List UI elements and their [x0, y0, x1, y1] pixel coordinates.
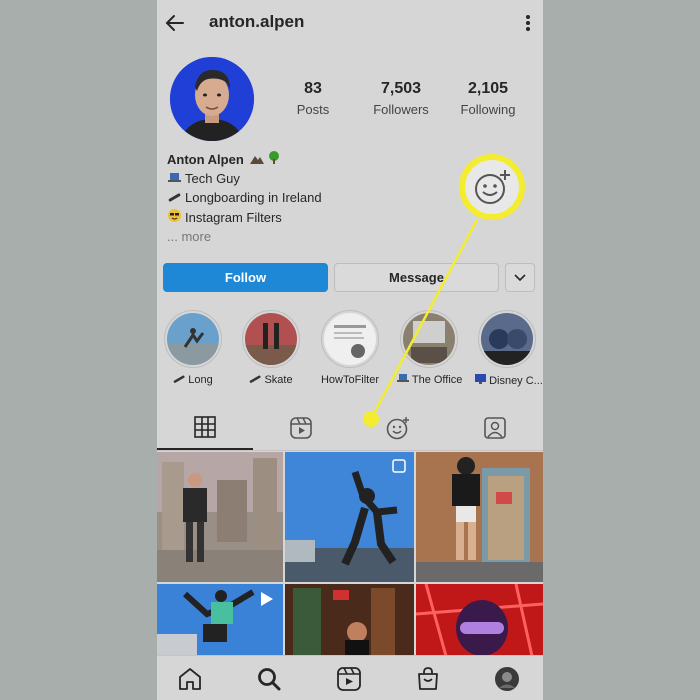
- reels-nav-icon[interactable]: [336, 666, 362, 692]
- bio: Anton Alpen Tech Guy Longboarding in Ire…: [167, 151, 322, 247]
- skateboard-icon: [250, 375, 261, 383]
- post-thumbnail[interactable]: [157, 584, 283, 656]
- profile-screen: anton.alpen 83 Posts 7,503 Followers 2,1…: [157, 0, 543, 700]
- tab-tagged[interactable]: [447, 406, 543, 450]
- top-bar: anton.alpen: [157, 0, 543, 46]
- tab-reels[interactable]: [253, 406, 349, 450]
- followers-count: 7,503: [380, 80, 422, 97]
- highlight-skate[interactable]: Skate: [239, 310, 303, 386]
- display-name: Anton Alpen: [167, 152, 244, 167]
- following-label: Following: [460, 102, 516, 117]
- bottom-nav: [157, 655, 543, 700]
- bio-line-1: Tech Guy: [185, 170, 240, 186]
- effects-callout: [459, 154, 525, 220]
- home-icon[interactable]: [177, 666, 203, 692]
- post-thumbnail[interactable]: [416, 452, 543, 582]
- following-stat[interactable]: 2,105 Following: [448, 80, 528, 117]
- highlight-long[interactable]: Long: [161, 310, 225, 386]
- grid-icon: [194, 416, 216, 438]
- post-thumbnail[interactable]: [416, 584, 543, 656]
- tree-icon: [269, 151, 280, 164]
- more-options-icon[interactable]: [521, 11, 535, 35]
- post-thumbnail[interactable]: [285, 584, 414, 656]
- highlight-disney[interactable]: Disney C...: [475, 310, 543, 387]
- highlight-label: HowToFilter: [320, 374, 380, 386]
- follow-button[interactable]: Follow: [163, 263, 328, 292]
- post-thumbnail[interactable]: [157, 452, 283, 582]
- mountain-icon: [250, 156, 265, 164]
- back-arrow-icon[interactable]: [163, 11, 187, 35]
- highlight-label: Skate: [264, 374, 293, 386]
- following-count: 2,105: [467, 80, 509, 97]
- laptop-icon: [397, 374, 409, 382]
- tab-grid[interactable]: [157, 406, 253, 450]
- posts-count: 83: [304, 80, 322, 97]
- profile-username: anton.alpen: [209, 12, 305, 31]
- highlight-label: Long: [188, 374, 213, 386]
- skateboard-icon: [167, 190, 181, 209]
- reels-icon: [290, 417, 312, 439]
- bio-line-2: Longboarding in Ireland: [185, 190, 322, 205]
- highlight-the-office[interactable]: The Office: [397, 310, 463, 386]
- profile-avatar-icon[interactable]: [494, 666, 520, 692]
- message-button[interactable]: Message: [334, 263, 499, 292]
- effects-face-icon: [475, 170, 510, 204]
- followers-stat[interactable]: 7,503 Followers: [361, 80, 441, 117]
- chevron-down-icon: [514, 274, 526, 282]
- skateboard-icon: [173, 375, 185, 383]
- avatar[interactable]: [170, 57, 254, 141]
- callout-pointer-dot: [363, 411, 379, 427]
- search-icon[interactable]: [256, 666, 282, 692]
- effects-face-icon: [386, 417, 409, 440]
- profile-tab-bar: [157, 406, 543, 451]
- highlight-label: Disney C...: [489, 375, 543, 387]
- highlight-label: The Office: [411, 374, 463, 386]
- posts-stat[interactable]: 83 Posts: [273, 80, 353, 117]
- tagged-icon: [484, 417, 506, 439]
- bio-more-link[interactable]: ... more: [167, 229, 211, 244]
- tv-icon: [475, 374, 486, 384]
- suggested-dropdown-button[interactable]: [505, 263, 535, 292]
- posts-label: Posts: [296, 102, 330, 117]
- sunglasses-face-icon: [167, 208, 181, 229]
- shop-icon[interactable]: [415, 666, 441, 692]
- post-thumbnail[interactable]: [285, 452, 414, 582]
- laptop-icon: [167, 171, 181, 190]
- followers-label: Followers: [373, 102, 429, 117]
- bio-line-3: Instagram Filters: [185, 209, 282, 225]
- highlight-howtofilter[interactable]: HowToFilter: [318, 310, 382, 386]
